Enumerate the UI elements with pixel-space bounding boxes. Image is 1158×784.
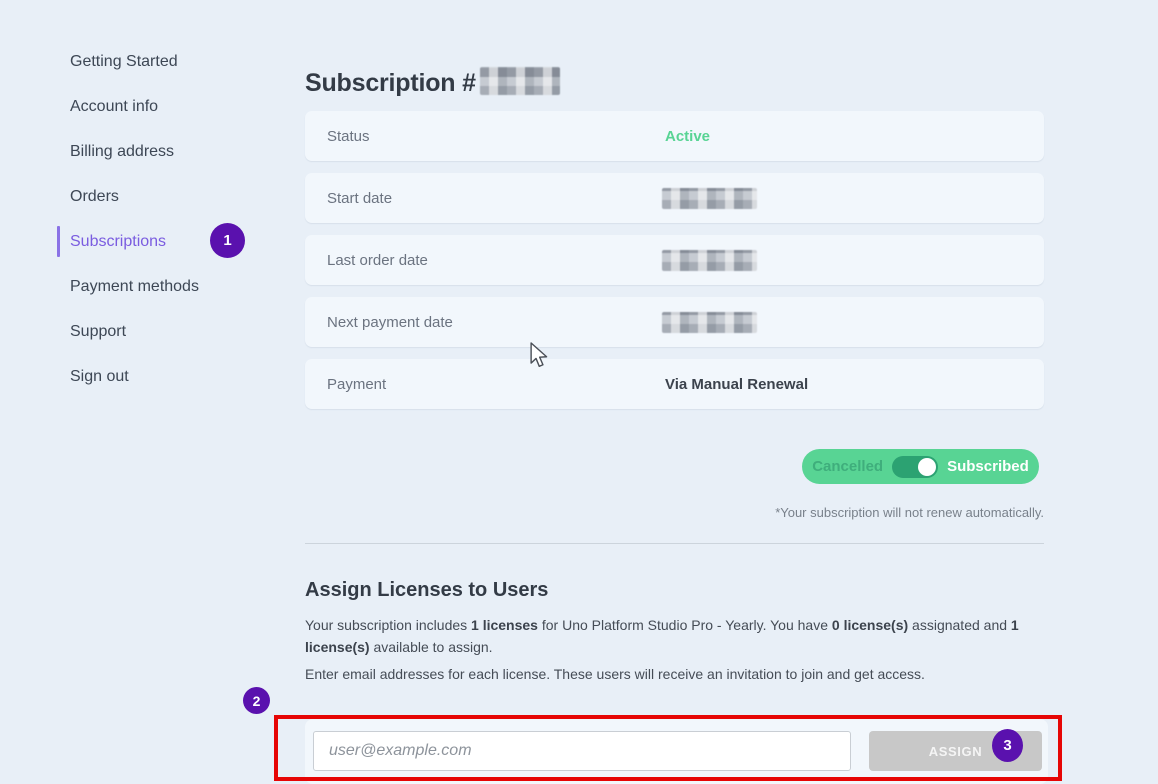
desc-text: for Uno Platform Studio Pro - Yearly. Yo… [538, 617, 832, 633]
sidebar-item-orders[interactable]: Orders [57, 174, 292, 219]
status-badge: Active [665, 111, 710, 161]
toggle-knob [918, 458, 936, 476]
email-input[interactable] [313, 731, 851, 771]
desc-licenses-count: 1 licenses [471, 617, 538, 633]
toggle-switch[interactable] [892, 456, 938, 478]
redacted-date [662, 188, 757, 209]
desc-text: Your subscription includes [305, 617, 471, 633]
toggle-cancelled-label: Cancelled [812, 458, 883, 475]
sidebar-item-label: Payment methods [70, 278, 199, 296]
sidebar-item-label: Subscriptions [70, 233, 166, 251]
sidebar-item-label: Billing address [70, 143, 174, 161]
sidebar-item-getting-started[interactable]: Getting Started [57, 39, 292, 84]
redacted-date [662, 250, 757, 271]
annotation-step-3-badge: 3 [992, 729, 1023, 762]
sidebar-item-label: Support [70, 323, 126, 341]
row-value: Via Manual Renewal [665, 359, 808, 409]
sidebar-item-billing-address[interactable]: Billing address [57, 129, 292, 174]
sidebar-item-label: Sign out [70, 368, 129, 386]
sidebar-item-sign-out[interactable]: Sign out [57, 354, 292, 399]
row-label: Payment [305, 376, 386, 393]
account-sidebar: Getting Started Account info Billing add… [57, 39, 292, 399]
desc-text: assignated and [908, 617, 1011, 633]
desc-text: available to assign. [370, 639, 493, 655]
page-title: Subscription # [305, 67, 560, 98]
license-summary-text: Your subscription includes 1 licenses fo… [305, 614, 1044, 658]
table-row-status: Status Active [305, 111, 1044, 161]
row-value [665, 173, 757, 223]
sidebar-item-label: Account info [70, 98, 158, 116]
redacted-subscription-number [480, 67, 560, 95]
toggle-subscribed-label: Subscribed [947, 458, 1029, 475]
table-row-next-payment-date: Next payment date [305, 297, 1044, 347]
row-value [665, 297, 757, 347]
row-label: Status [305, 128, 370, 145]
assign-instructions-text: Enter email addresses for each license. … [305, 664, 1044, 684]
table-row-start-date: Start date [305, 173, 1044, 223]
row-value [665, 235, 757, 285]
row-label: Start date [305, 190, 392, 207]
annotation-step-1-badge: 1 [210, 223, 245, 258]
sidebar-item-payment-methods[interactable]: Payment methods [57, 264, 292, 309]
sidebar-item-subscriptions[interactable]: Subscriptions [57, 219, 292, 264]
renewal-note: *Your subscription will not renew automa… [305, 505, 1044, 520]
subscription-details-table: Status Active Start date Last order date… [305, 111, 1044, 421]
annotation-step-2-badge: 2 [243, 687, 270, 714]
section-divider [305, 543, 1044, 544]
table-row-payment: Payment Via Manual Renewal [305, 359, 1044, 409]
page-title-text: Subscription # [305, 69, 476, 97]
subscription-status-toggle[interactable]: Cancelled Subscribed [802, 449, 1039, 484]
desc-assigned-count: 0 license(s) [832, 617, 908, 633]
row-label: Last order date [305, 252, 428, 269]
table-row-last-order-date: Last order date [305, 235, 1044, 285]
sidebar-item-label: Orders [70, 188, 119, 206]
assign-licenses-heading: Assign Licenses to Users [305, 579, 548, 602]
sidebar-item-support[interactable]: Support [57, 309, 292, 354]
sidebar-item-label: Getting Started [70, 53, 178, 71]
redacted-date [662, 312, 757, 333]
sidebar-item-account-info[interactable]: Account info [57, 84, 292, 129]
row-label: Next payment date [305, 314, 453, 331]
